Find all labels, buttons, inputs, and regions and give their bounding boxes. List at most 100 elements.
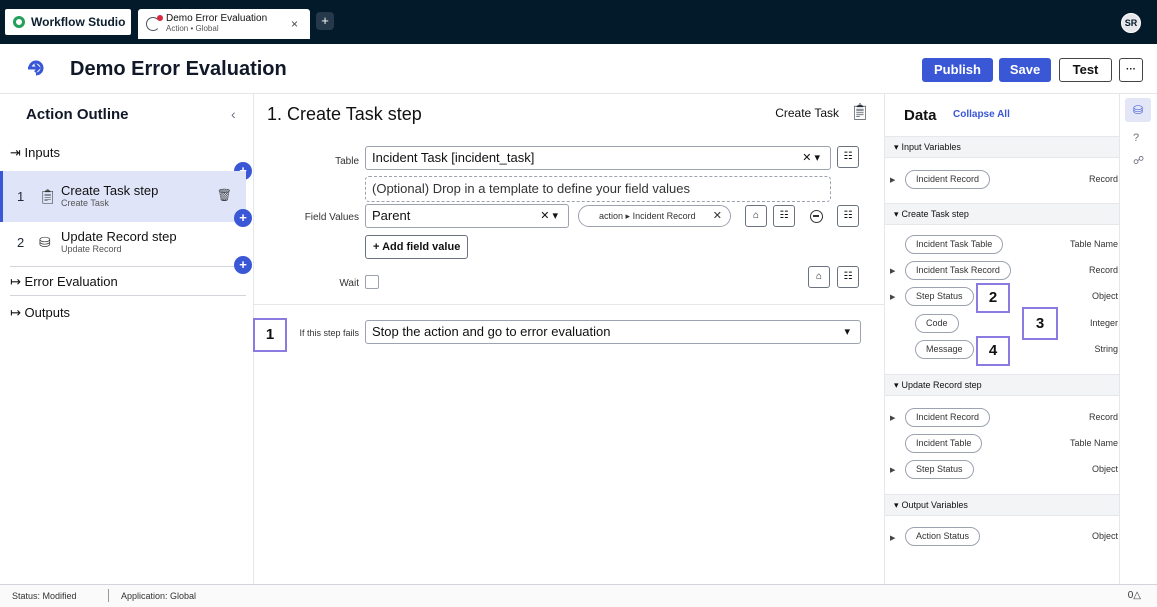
- save-button[interactable]: Save: [999, 58, 1051, 82]
- outline-outputs[interactable]: ↦ Outputs: [0, 305, 254, 321]
- table-value: Incident Task [incident_task]: [372, 150, 535, 165]
- data-pill[interactable]: Message: [915, 340, 974, 359]
- divider: [10, 266, 246, 267]
- data-type: Table Name: [1069, 438, 1118, 448]
- data-type: Table Name: [1069, 239, 1118, 249]
- callout-3: 3: [1022, 307, 1058, 340]
- step-sublabel: Update Record: [61, 244, 122, 254]
- data-pill[interactable]: Incident Record: [905, 408, 991, 427]
- title-bar: Demo Error Evaluation Publish Save Test …: [0, 44, 1157, 94]
- alerts-indicator[interactable]: 0△: [1128, 590, 1141, 601]
- collapse-all-link[interactable]: Collapse All: [953, 109, 1010, 120]
- app-name: Workflow Studio: [31, 15, 126, 29]
- data-section-input-variables[interactable]: Input Variables: [885, 136, 1120, 158]
- application-text: Application: Global: [121, 591, 197, 601]
- tab-demo-error-evaluation[interactable]: Demo Error Evaluation Action • Global ×: [138, 9, 310, 39]
- pill-value: Incident Record: [632, 211, 696, 221]
- step-type-label: Create Task: [775, 106, 839, 120]
- update-record-icon: ⛁: [39, 234, 51, 250]
- pill-prefix: action: [599, 211, 624, 221]
- properties-icon[interactable]: ☍: [1133, 154, 1144, 167]
- step-heading: 1. Create Task step: [267, 104, 422, 124]
- error-evaluation-icon: ↦: [10, 274, 21, 289]
- script-toggle-button[interactable]: ⌂: [745, 205, 767, 227]
- app-tab-workflow-studio[interactable]: Workflow Studio: [5, 9, 131, 35]
- outline-inputs[interactable]: ⇥ Inputs: [0, 145, 254, 161]
- fail-label: If this step fails: [299, 328, 359, 338]
- data-pill[interactable]: Step Status: [905, 287, 974, 306]
- data-pill[interactable]: Incident Record: [905, 170, 991, 189]
- data-pill-picker-button[interactable]: ☷: [837, 266, 859, 288]
- workflow-studio-logo-icon: [13, 16, 25, 28]
- clear-dropdown-icon[interactable]: ✕ ▾: [802, 147, 820, 169]
- remove-pill-icon[interactable]: ✕: [713, 206, 722, 226]
- field-values-label: Field Values: [304, 212, 359, 223]
- field-value-pill[interactable]: action ▸ Incident Record ✕: [578, 205, 731, 227]
- outline-inputs-label: Inputs: [24, 145, 60, 160]
- step-label: Create Task step: [61, 183, 159, 198]
- expand-icon[interactable]: ▶: [890, 466, 895, 474]
- data-pill[interactable]: Action Status: [905, 527, 981, 546]
- divider: [10, 295, 246, 296]
- data-section-create-task[interactable]: Create Task step: [885, 203, 1120, 225]
- field-name-select[interactable]: Parent ✕ ▾: [365, 204, 569, 228]
- expand-icon[interactable]: ▶: [890, 534, 895, 542]
- outline-outputs-label: Outputs: [24, 305, 71, 320]
- data-type: Record: [1088, 174, 1118, 184]
- table-select[interactable]: Incident Task [incident_task] ✕ ▾: [365, 146, 831, 170]
- outputs-icon: ↦: [10, 305, 21, 320]
- help-icon[interactable]: ?: [1133, 132, 1139, 144]
- delete-step-icon[interactable]: 🗑︎: [217, 188, 232, 202]
- wait-label: Wait: [339, 278, 359, 289]
- data-section-update-record[interactable]: Update Record step: [885, 374, 1120, 396]
- outline-step-create-task[interactable]: 1 📋︎ Create Task step Create Task 🗑︎: [0, 171, 246, 222]
- test-button[interactable]: Test: [1059, 58, 1112, 82]
- expand-icon[interactable]: ▶: [890, 414, 895, 422]
- remove-field-icon[interactable]: [810, 210, 823, 223]
- data-pill[interactable]: Incident Task Record: [905, 261, 1011, 280]
- outline-error-evaluation[interactable]: ↦ Error Evaluation: [0, 274, 254, 290]
- data-type: Record: [1088, 265, 1118, 275]
- data-pill[interactable]: Incident Task Table: [905, 235, 1004, 254]
- clear-dropdown-icon[interactable]: ✕ ▾: [540, 205, 558, 227]
- expand-icon[interactable]: ▶: [890, 293, 895, 301]
- action-outline-panel: Action Outline ‹ ⇥ Inputs + 1 📋︎ Create …: [0, 94, 254, 584]
- script-toggle-button[interactable]: ⌂: [808, 266, 830, 288]
- pill-arrow-icon: ▸: [625, 211, 633, 221]
- data-section-output-variables[interactable]: Output Variables: [885, 494, 1120, 516]
- right-rail: ⛁ ? ☍: [1119, 94, 1157, 584]
- add-step-button[interactable]: +: [234, 256, 252, 274]
- top-tab-bar: Workflow Studio Demo Error Evaluation Ac…: [0, 0, 1157, 44]
- divider: [108, 589, 109, 602]
- data-pill-picker-button[interactable]: ☷: [837, 146, 859, 168]
- collapse-outline-icon[interactable]: ‹: [231, 106, 236, 122]
- data-pill-picker-button[interactable]: ☷: [773, 205, 795, 227]
- step-editor: 1. Create Task step Create Task 📋︎ Table…: [254, 94, 884, 584]
- data-pill[interactable]: Code: [915, 314, 959, 333]
- data-pill-picker-button[interactable]: ☷: [837, 205, 859, 227]
- on-fail-select[interactable]: Stop the action and go to error evaluati…: [365, 320, 861, 344]
- status-bar: Status: Modified Application: Global 0△: [0, 584, 1157, 607]
- expand-icon[interactable]: ▶: [890, 176, 895, 184]
- tab-title: Demo Error Evaluation: [166, 13, 268, 24]
- close-tab-icon[interactable]: ×: [291, 17, 298, 31]
- outline-step-update-record[interactable]: 2 ⛁ Update Record step Update Record: [0, 217, 246, 268]
- outline-title: Action Outline: [26, 106, 129, 123]
- data-pill[interactable]: Incident Table: [905, 434, 983, 453]
- add-field-value-button[interactable]: + Add field value: [365, 235, 469, 259]
- chevron-down-icon: ▾: [844, 326, 850, 338]
- avatar[interactable]: SR: [1121, 13, 1141, 33]
- expand-icon[interactable]: ▶: [890, 267, 895, 275]
- template-drop-zone[interactable]: (Optional) Drop in a template to define …: [365, 176, 831, 202]
- data-pill[interactable]: Step Status: [905, 460, 974, 479]
- more-options-button[interactable]: ···: [1119, 58, 1143, 82]
- data-type: Object: [1091, 291, 1118, 301]
- inputs-icon: ⇥: [10, 145, 21, 160]
- wait-checkbox[interactable]: [365, 275, 379, 289]
- outline-error-evaluation-label: Error Evaluation: [24, 274, 118, 289]
- data-panel-tab-icon[interactable]: ⛁: [1125, 98, 1151, 122]
- new-tab-button[interactable]: +: [316, 12, 334, 30]
- callout-2: 2: [976, 283, 1010, 313]
- publish-button[interactable]: Publish: [922, 58, 993, 82]
- create-task-icon: 📋︎: [849, 104, 870, 121]
